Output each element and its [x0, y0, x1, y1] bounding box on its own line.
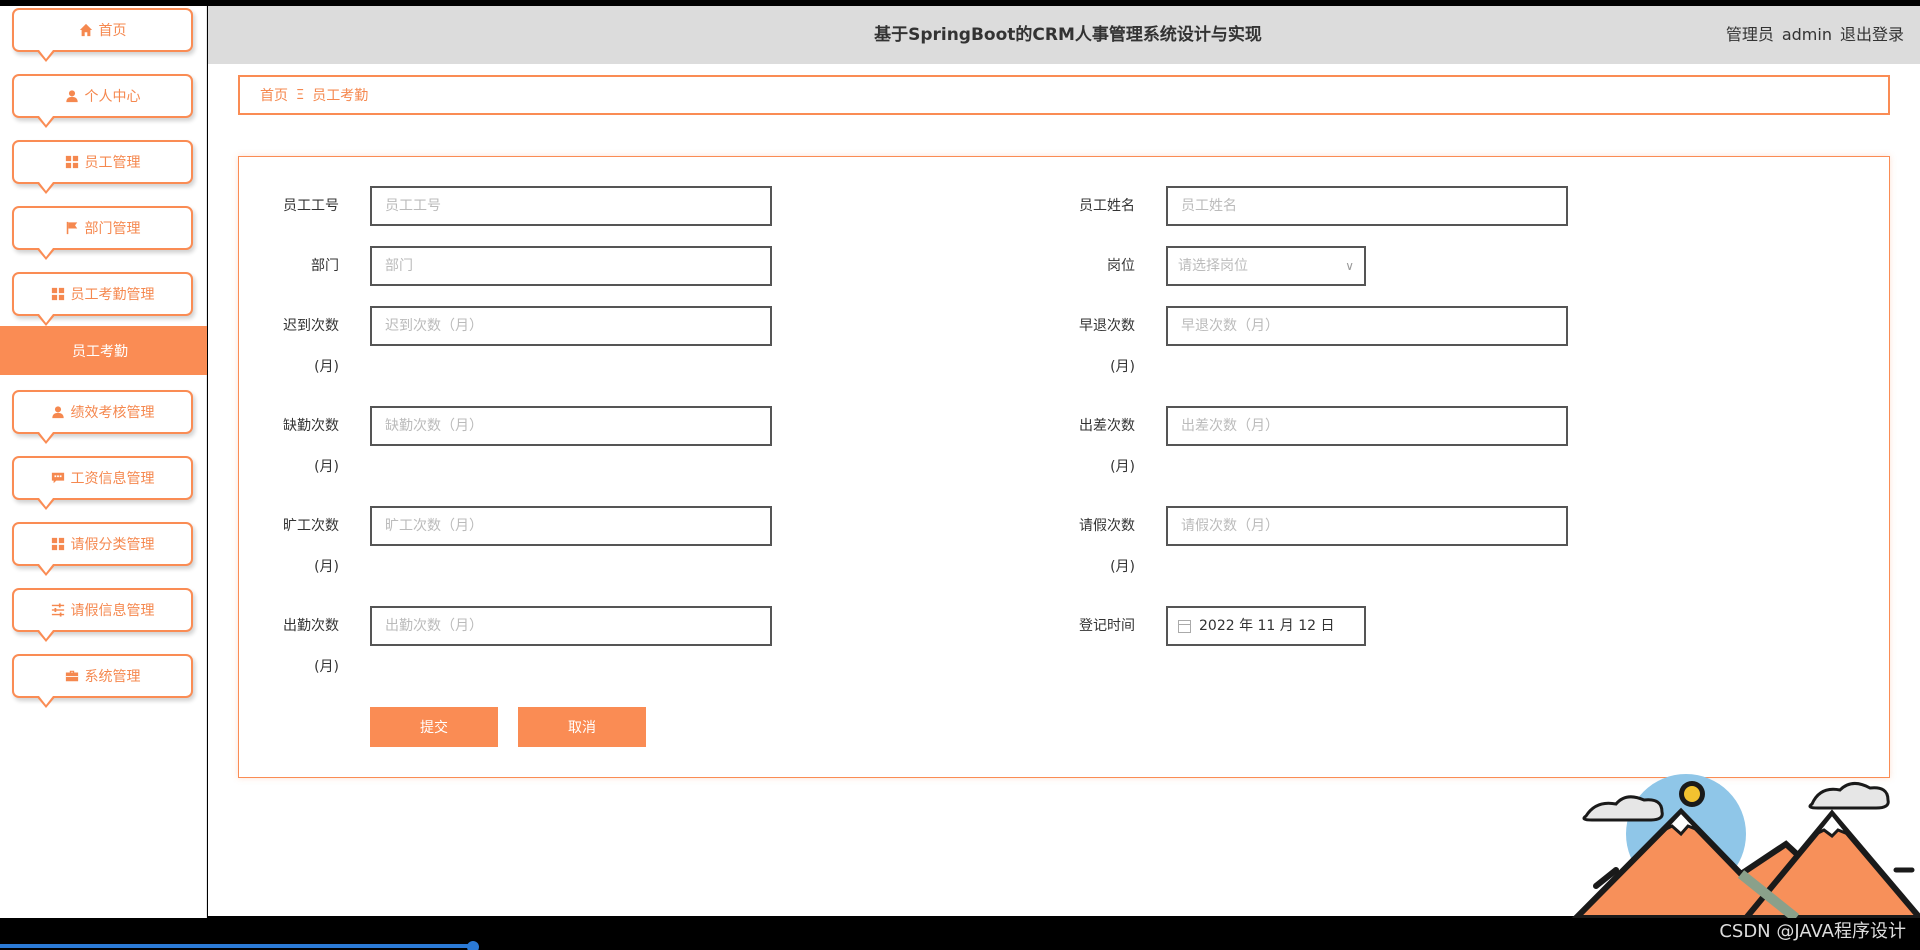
sidebar-item-personal-center[interactable]: 个人中心	[12, 74, 193, 128]
sidebar-item-label: 个人中心	[84, 89, 141, 105]
early-field[interactable]	[1166, 306, 1568, 346]
user-area: 管理员 admin 退出登录	[1718, 6, 1904, 64]
register-time-picker[interactable]: 2022 年 11 月 12 日	[1166, 606, 1366, 646]
logout-link[interactable]: 退出登录	[1840, 25, 1904, 44]
user-icon	[51, 405, 65, 419]
watermark: CSDN @JAVA程序设计	[1719, 921, 1906, 942]
department-label: 部门	[311, 258, 339, 274]
sidebar-item-label: 请假分类管理	[70, 537, 155, 553]
attendance-count-field[interactable]	[370, 606, 772, 646]
sidebar-item-label: 员工管理	[84, 155, 141, 171]
absent-label-unit: (月)	[314, 459, 339, 475]
flag-icon	[65, 221, 79, 235]
chat-icon	[51, 471, 65, 485]
sidebar-item-salary-mgmt[interactable]: 工资信息管理	[12, 456, 193, 510]
sidebar-item-leave-category-mgmt[interactable]: 请假分类管理	[12, 522, 193, 576]
register-time-value: 2022 年 11 月 12 日	[1199, 618, 1335, 634]
top-header: 基于SpringBoot的CRM人事管理系统设计与实现 管理员 admin 退出登录	[208, 6, 1920, 64]
absent-input[interactable]	[385, 408, 770, 444]
position-label: 岗位	[1107, 258, 1135, 274]
truancy-label: 旷工次数	[283, 518, 339, 534]
sidebar-item-home[interactable]: 首页	[12, 8, 193, 62]
position-select-placeholder: 请选择岗位	[1178, 258, 1248, 274]
attendance-count-input[interactable]	[385, 608, 770, 644]
home-icon	[79, 23, 93, 37]
leave-label-unit: (月)	[1110, 559, 1135, 575]
sidebar-item-employee-mgmt[interactable]: 员工管理	[12, 140, 193, 194]
sidebar-item-department-mgmt[interactable]: 部门管理	[12, 206, 193, 260]
late-input[interactable]	[385, 308, 770, 344]
emp-name-label: 员工姓名	[1079, 198, 1135, 214]
attendance-count-label: 出勤次数	[283, 618, 339, 634]
grid-icon	[51, 287, 65, 301]
early-label-unit: (月)	[1110, 359, 1135, 375]
late-field[interactable]	[370, 306, 772, 346]
position-select[interactable]: 请选择岗位 ∨	[1166, 246, 1366, 286]
sidebar-item-label: 请假信息管理	[70, 603, 155, 619]
sidebar-item-system-mgmt[interactable]: 系统管理	[12, 654, 193, 708]
progress-handle[interactable]	[467, 941, 479, 950]
sidebar-item-leave-info-mgmt[interactable]: 请假信息管理	[12, 588, 193, 642]
truancy-field[interactable]	[370, 506, 772, 546]
submit-button[interactable]: 提交	[370, 707, 498, 747]
early-label: 早退次数	[1079, 318, 1135, 334]
sidebar-item-label: 首页	[98, 23, 127, 39]
calendar-icon	[1178, 619, 1191, 633]
chevron-down-icon: ∨	[1345, 259, 1354, 273]
sidebar-item-label: 系统管理	[84, 669, 141, 685]
department-input[interactable]	[385, 248, 770, 284]
sidebar: 首页 个人中心 员工管理 部门管理 员工考勤管理 员工考勤 绩效考核管理 工资信…	[0, 6, 207, 944]
grid-icon	[51, 537, 65, 551]
user-icon	[65, 89, 79, 103]
sidebar-item-performance-mgmt[interactable]: 绩效考核管理	[12, 390, 193, 444]
emp-name-field[interactable]	[1166, 186, 1568, 226]
user-role: 管理员	[1725, 25, 1774, 44]
breadcrumb: 首页 Ξ 员工考勤	[238, 75, 1890, 115]
sliders-icon	[51, 603, 65, 617]
sidebar-item-label: 部门管理	[84, 221, 141, 237]
sidebar-item-attendance-mgmt[interactable]: 员工考勤管理	[12, 272, 193, 326]
leave-input[interactable]	[1181, 508, 1566, 544]
truancy-input[interactable]	[385, 508, 770, 544]
trip-input[interactable]	[1181, 408, 1566, 444]
absent-label: 缺勤次数	[283, 418, 339, 434]
breadcrumb-current: 员工考勤	[312, 88, 369, 104]
leave-label: 请假次数	[1079, 518, 1135, 534]
breadcrumb-home[interactable]: 首页	[260, 85, 288, 105]
cancel-button[interactable]: 取消	[518, 707, 646, 747]
emp-name-input[interactable]	[1181, 188, 1566, 224]
sidebar-item-label: 绩效考核管理	[70, 405, 155, 421]
grid-icon	[65, 155, 79, 169]
register-time-label: 登记时间	[1079, 618, 1135, 634]
emp-no-input[interactable]	[385, 188, 770, 224]
submenu-attendance[interactable]: 员工考勤	[0, 326, 207, 375]
late-label: 迟到次数	[283, 318, 339, 334]
attendance-count-label-unit: (月)	[314, 659, 339, 675]
attendance-form: 员工工号 员工姓名 部门 岗位 请选择岗位 ∨ 迟到次数 (月) 早退次数 (月…	[238, 156, 1890, 778]
video-progress-bar[interactable]	[0, 944, 474, 948]
sidebar-item-label: 员工考勤管理	[70, 287, 155, 303]
page-title: 基于SpringBoot的CRM人事管理系统设计与实现	[874, 25, 1262, 45]
breadcrumb-separator-icon: Ξ	[296, 87, 305, 103]
emp-no-field[interactable]	[370, 186, 772, 226]
trip-field[interactable]	[1166, 406, 1568, 446]
briefcase-icon	[65, 669, 79, 683]
username: admin	[1781, 25, 1832, 44]
absent-field[interactable]	[370, 406, 772, 446]
early-input[interactable]	[1181, 308, 1566, 344]
truancy-label-unit: (月)	[314, 559, 339, 575]
late-label-unit: (月)	[314, 359, 339, 375]
leave-field[interactable]	[1166, 506, 1568, 546]
mountain-illustration	[1571, 774, 1920, 918]
department-field[interactable]	[370, 246, 772, 286]
trip-label: 出差次数	[1079, 418, 1135, 434]
emp-no-label: 员工工号	[283, 198, 339, 214]
trip-label-unit: (月)	[1110, 459, 1135, 475]
sidebar-item-label: 工资信息管理	[70, 471, 155, 487]
